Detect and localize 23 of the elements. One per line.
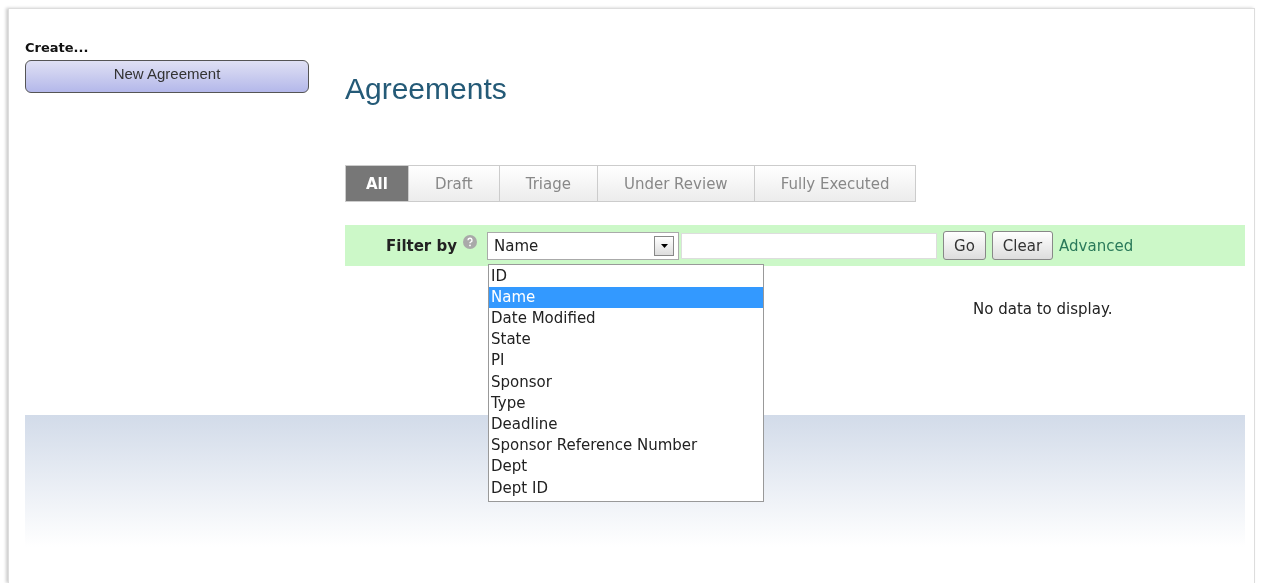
dropdown-option[interactable]: State (489, 329, 763, 351)
caret-icon (660, 243, 668, 248)
filter-button[interactable]: Clear (991, 231, 1054, 260)
page-title: Agreements (345, 72, 508, 106)
filter-input[interactable] (681, 232, 937, 259)
dropdown-option[interactable]: PI (489, 350, 763, 372)
new-agreement-button[interactable]: New Agreement (25, 60, 309, 93)
empty-message: No data to display. (973, 300, 1114, 318)
filter-label: Filter by (386, 236, 457, 255)
dropdown-option[interactable]: Sponsor (489, 371, 763, 393)
dropdown-option[interactable]: Dept ID (489, 477, 763, 499)
tab[interactable]: All (345, 165, 409, 202)
help-icon[interactable] (463, 234, 477, 249)
advanced-link[interactable]: Advanced (1059, 236, 1134, 255)
create-heading: Create... (25, 40, 90, 55)
filter-button[interactable]: Go (943, 231, 986, 260)
dropdown-option[interactable]: Dept (489, 456, 763, 478)
dropdown-option[interactable]: Type (489, 392, 763, 414)
dropdown-option[interactable]: Sponsor Reference Number (489, 435, 763, 457)
dropdown-option[interactable]: ID (489, 265, 763, 287)
dropdown-option[interactable]: Date Modified (489, 307, 763, 330)
filter-dropdown[interactable]: Name (487, 231, 679, 260)
dropdown-option[interactable]: Deadline (489, 413, 763, 436)
